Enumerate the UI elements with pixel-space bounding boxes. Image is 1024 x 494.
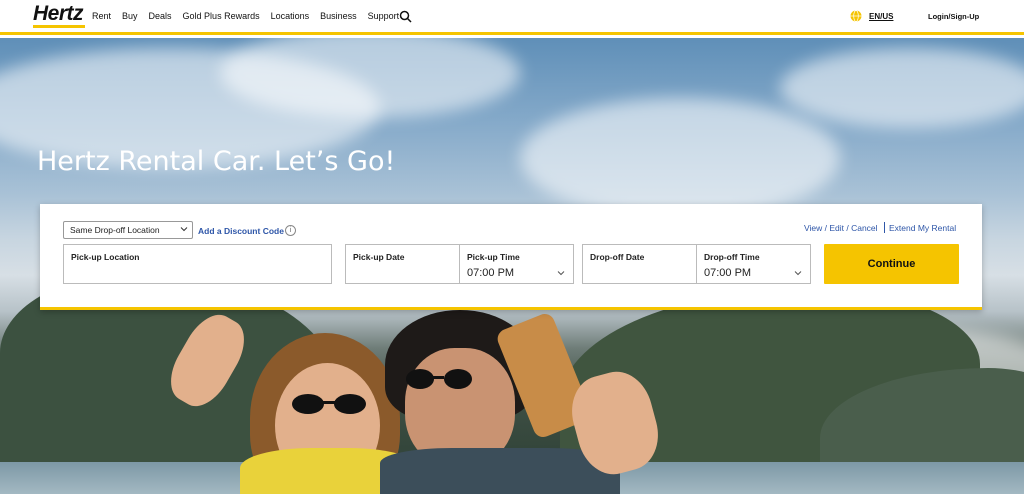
- logo-text: Hertz: [33, 2, 84, 25]
- extend-rental-link[interactable]: Extend My Rental: [889, 223, 956, 233]
- nav-locations[interactable]: Locations: [271, 11, 310, 21]
- pickup-time-label: Pick-up Time: [467, 252, 520, 262]
- pickup-time-value: 07:00 PM: [467, 267, 515, 279]
- login-signup-link[interactable]: Login/Sign-Up: [928, 12, 979, 21]
- chevron-down-icon: [180, 227, 188, 232]
- link-separator: [884, 222, 885, 233]
- pickup-location-field[interactable]: Pick-up Location: [63, 244, 332, 284]
- reservation-widget: Same Drop-off Location Add a Discount Co…: [40, 204, 982, 310]
- add-discount-code-link[interactable]: Add a Discount Code: [198, 226, 284, 236]
- dropoff-time-select[interactable]: Drop-off Time 07:00 PM: [696, 244, 811, 284]
- chevron-down-icon: [794, 271, 802, 276]
- main-nav: Rent Buy Deals Gold Plus Rewards Locatio…: [92, 11, 410, 21]
- hero-title: Hertz Rental Car. Let’s Go!: [37, 146, 396, 177]
- sunglasses: [406, 369, 472, 389]
- view-edit-cancel-link[interactable]: View / Edit / Cancel: [804, 223, 878, 233]
- nav-buy[interactable]: Buy: [122, 11, 138, 21]
- dropoff-time-value: 07:00 PM: [704, 267, 752, 279]
- nav-support[interactable]: Support: [368, 11, 400, 21]
- dropoff-time-label: Drop-off Time: [704, 252, 760, 262]
- nav-deals[interactable]: Deals: [149, 11, 172, 21]
- pickup-date-label: Pick-up Date: [353, 252, 405, 262]
- pickup-time-select[interactable]: Pick-up Time 07:00 PM: [459, 244, 574, 284]
- dropoff-date-label: Drop-off Date: [590, 252, 645, 262]
- cloud: [520, 98, 840, 218]
- chevron-down-icon: [557, 271, 565, 276]
- sunglasses: [292, 394, 366, 414]
- nav-rent[interactable]: Rent: [92, 11, 111, 21]
- dropoff-date-field[interactable]: Drop-off Date: [582, 244, 697, 284]
- nav-gold-plus-rewards[interactable]: Gold Plus Rewards: [183, 11, 260, 21]
- language-selector[interactable]: EN/US: [869, 12, 893, 21]
- pickup-location-label: Pick-up Location: [71, 252, 140, 262]
- site-header: Hertz Rent Buy Deals Gold Plus Rewards L…: [0, 0, 1024, 35]
- continue-button[interactable]: Continue: [824, 244, 959, 284]
- info-icon[interactable]: i: [285, 225, 296, 236]
- hertz-logo[interactable]: Hertz: [33, 2, 89, 28]
- dropoff-location-select[interactable]: Same Drop-off Location: [63, 221, 193, 239]
- dropoff-location-select-value: Same Drop-off Location: [70, 225, 160, 235]
- pickup-date-field[interactable]: Pick-up Date: [345, 244, 460, 284]
- globe-icon: [850, 10, 862, 22]
- cloud: [780, 48, 1024, 128]
- search-icon[interactable]: [399, 10, 412, 23]
- nav-business[interactable]: Business: [320, 11, 357, 21]
- logo-underline: [33, 25, 85, 28]
